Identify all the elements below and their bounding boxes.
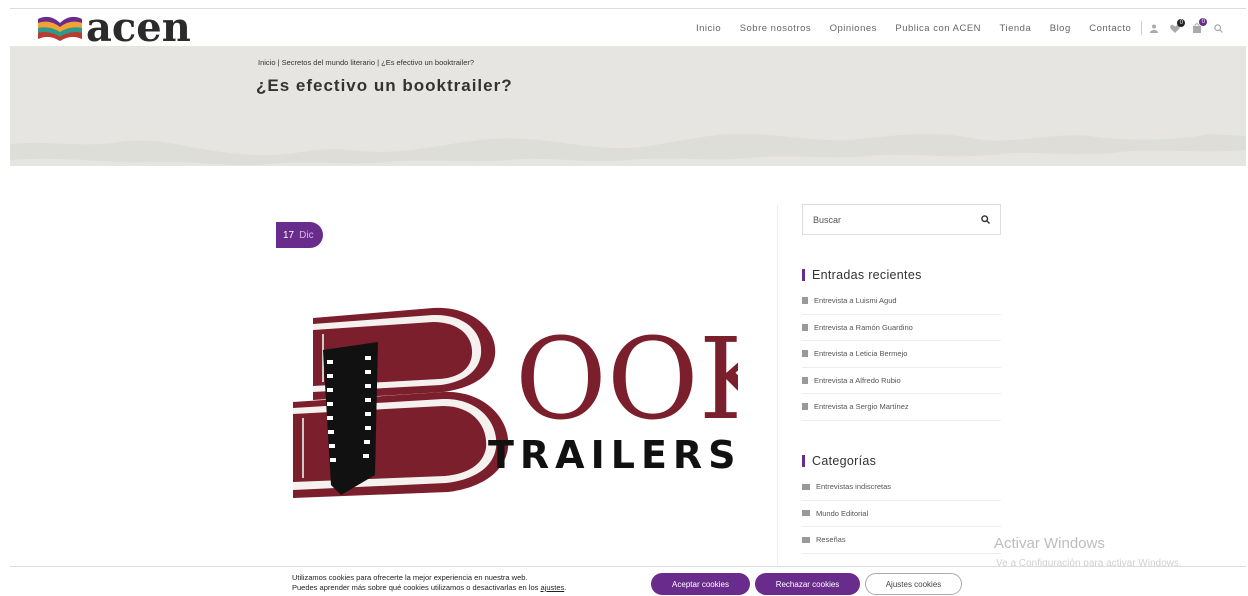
categories-list: Entrevistas indiscretas Mundo Editorial … bbox=[802, 474, 1001, 554]
list-item[interactable]: Entrevista a Sergio Martínez bbox=[802, 394, 1001, 421]
logo-wordmark: acen bbox=[86, 4, 191, 51]
recent-post-link[interactable]: Entrevista a Alfredo Rubio bbox=[814, 376, 901, 385]
nav-item-publica[interactable]: Publica con ACEN bbox=[895, 23, 981, 34]
featured-image-booktrailers[interactable]: OOK TRAILERS bbox=[283, 300, 738, 500]
page: Inicio | Secretos del mundo literario | … bbox=[0, 0, 1248, 596]
nav-item-blog[interactable]: Blog bbox=[1050, 23, 1071, 34]
windows-activation-title: Activar Windows bbox=[994, 535, 1105, 552]
document-icon bbox=[802, 403, 808, 411]
cookie-message: Utilizamos cookies para ofrecerte la mej… bbox=[292, 573, 566, 593]
nav-divider bbox=[1141, 21, 1143, 35]
logo-book-icon bbox=[38, 16, 82, 41]
categories-title: Categorías bbox=[802, 455, 876, 467]
cookie-message-line-2-text: Puedes aprender más sobre qué cookies ut… bbox=[292, 583, 539, 592]
document-icon bbox=[802, 350, 808, 358]
site-header: acen Inicio Sobre nosotros Opiniones Pub… bbox=[10, 4, 1246, 51]
image-wordmark-ook: OOK bbox=[515, 315, 738, 445]
cart-count-badge: 0 bbox=[1199, 18, 1208, 26]
main-nav: Inicio Sobre nosotros Opiniones Publica … bbox=[696, 9, 1235, 47]
cookie-banner: Utilizamos cookies para ofrecerte la mej… bbox=[10, 566, 1246, 596]
nav-item-sobre-nosotros[interactable]: Sobre nosotros bbox=[740, 23, 811, 34]
list-item[interactable]: Entrevista a Luismi Agud bbox=[802, 288, 1001, 315]
post-month: Dic bbox=[299, 229, 314, 241]
recent-post-link[interactable]: Entrevista a Sergio Martínez bbox=[814, 402, 909, 411]
wishlist-count-badge: 0 bbox=[1177, 18, 1186, 27]
recent-posts-title: Entradas recientes bbox=[802, 269, 922, 281]
page-hero: Inicio | Secretos del mundo literario | … bbox=[10, 46, 1246, 166]
search-input[interactable] bbox=[813, 214, 973, 225]
category-link[interactable]: Mundo Editorial bbox=[816, 509, 868, 518]
content-sidebar-divider bbox=[777, 205, 778, 565]
cookie-settings-button[interactable]: Ajustes cookies bbox=[865, 573, 962, 595]
category-link[interactable]: Entrevistas indiscretas bbox=[816, 482, 891, 491]
sidebar-search bbox=[802, 204, 1001, 235]
list-item[interactable]: Entrevistas indiscretas bbox=[802, 474, 1001, 501]
cart-icon[interactable]: 0 bbox=[1192, 18, 1208, 33]
wishlist-icon[interactable]: 0 bbox=[1170, 18, 1186, 33]
cookie-message-line-1: Utilizamos cookies para ofrecerte la mej… bbox=[292, 573, 528, 582]
recent-post-link[interactable]: Entrevista a Ramón Guardino bbox=[814, 323, 913, 332]
post-date-badge: 17 Dic bbox=[276, 222, 323, 248]
list-item[interactable]: Entrevista a Alfredo Rubio bbox=[802, 368, 1001, 394]
document-icon bbox=[802, 376, 808, 384]
document-icon bbox=[802, 323, 808, 331]
post-day: 17 bbox=[283, 229, 295, 241]
books-b-icon bbox=[293, 307, 509, 498]
user-icon[interactable] bbox=[1150, 24, 1159, 33]
reject-cookies-button[interactable]: Rechazar cookies bbox=[755, 573, 860, 595]
search-button-icon[interactable] bbox=[981, 215, 990, 224]
list-item[interactable]: Entrevista a Leticia Bermejo bbox=[802, 341, 1001, 368]
image-wordmark-trailers: TRAILERS bbox=[488, 433, 738, 477]
recent-post-link[interactable]: Entrevista a Luismi Agud bbox=[814, 296, 897, 305]
category-link[interactable]: Reseñas bbox=[816, 535, 846, 544]
site-logo[interactable]: acen bbox=[36, 4, 191, 51]
document-icon bbox=[802, 297, 808, 305]
accept-cookies-button[interactable]: Aceptar cookies bbox=[651, 573, 750, 595]
recent-post-link[interactable]: Entrevista a Leticia Bermejo bbox=[814, 349, 907, 358]
cookie-settings-link[interactable]: ajustes bbox=[540, 583, 564, 592]
page-title: ¿Es efectivo un booktrailer? bbox=[256, 76, 513, 95]
nav-item-inicio[interactable]: Inicio bbox=[696, 23, 721, 34]
search-icon[interactable] bbox=[1214, 23, 1224, 33]
list-item[interactable]: Reseñas bbox=[802, 527, 1001, 554]
nav-item-opiniones[interactable]: Opiniones bbox=[830, 23, 877, 34]
folder-icon bbox=[802, 510, 810, 517]
nav-item-tienda[interactable]: Tienda bbox=[1000, 23, 1032, 34]
breadcrumb[interactable]: Inicio | Secretos del mundo literario | … bbox=[258, 58, 474, 67]
folder-icon bbox=[802, 483, 810, 490]
list-item[interactable]: Entrevista a Ramón Guardino bbox=[802, 315, 1001, 341]
film-strip-icon bbox=[323, 342, 378, 495]
cookie-message-line-2: Puedes aprender más sobre qué cookies ut… bbox=[292, 583, 567, 592]
list-item[interactable]: Mundo Editorial bbox=[802, 501, 1001, 527]
nav-item-contacto[interactable]: Contacto bbox=[1089, 23, 1131, 34]
torn-paper-edge bbox=[10, 126, 1246, 166]
recent-posts-list: Entrevista a Luismi Agud Entrevista a Ra… bbox=[802, 288, 1001, 421]
folder-icon bbox=[802, 536, 810, 543]
